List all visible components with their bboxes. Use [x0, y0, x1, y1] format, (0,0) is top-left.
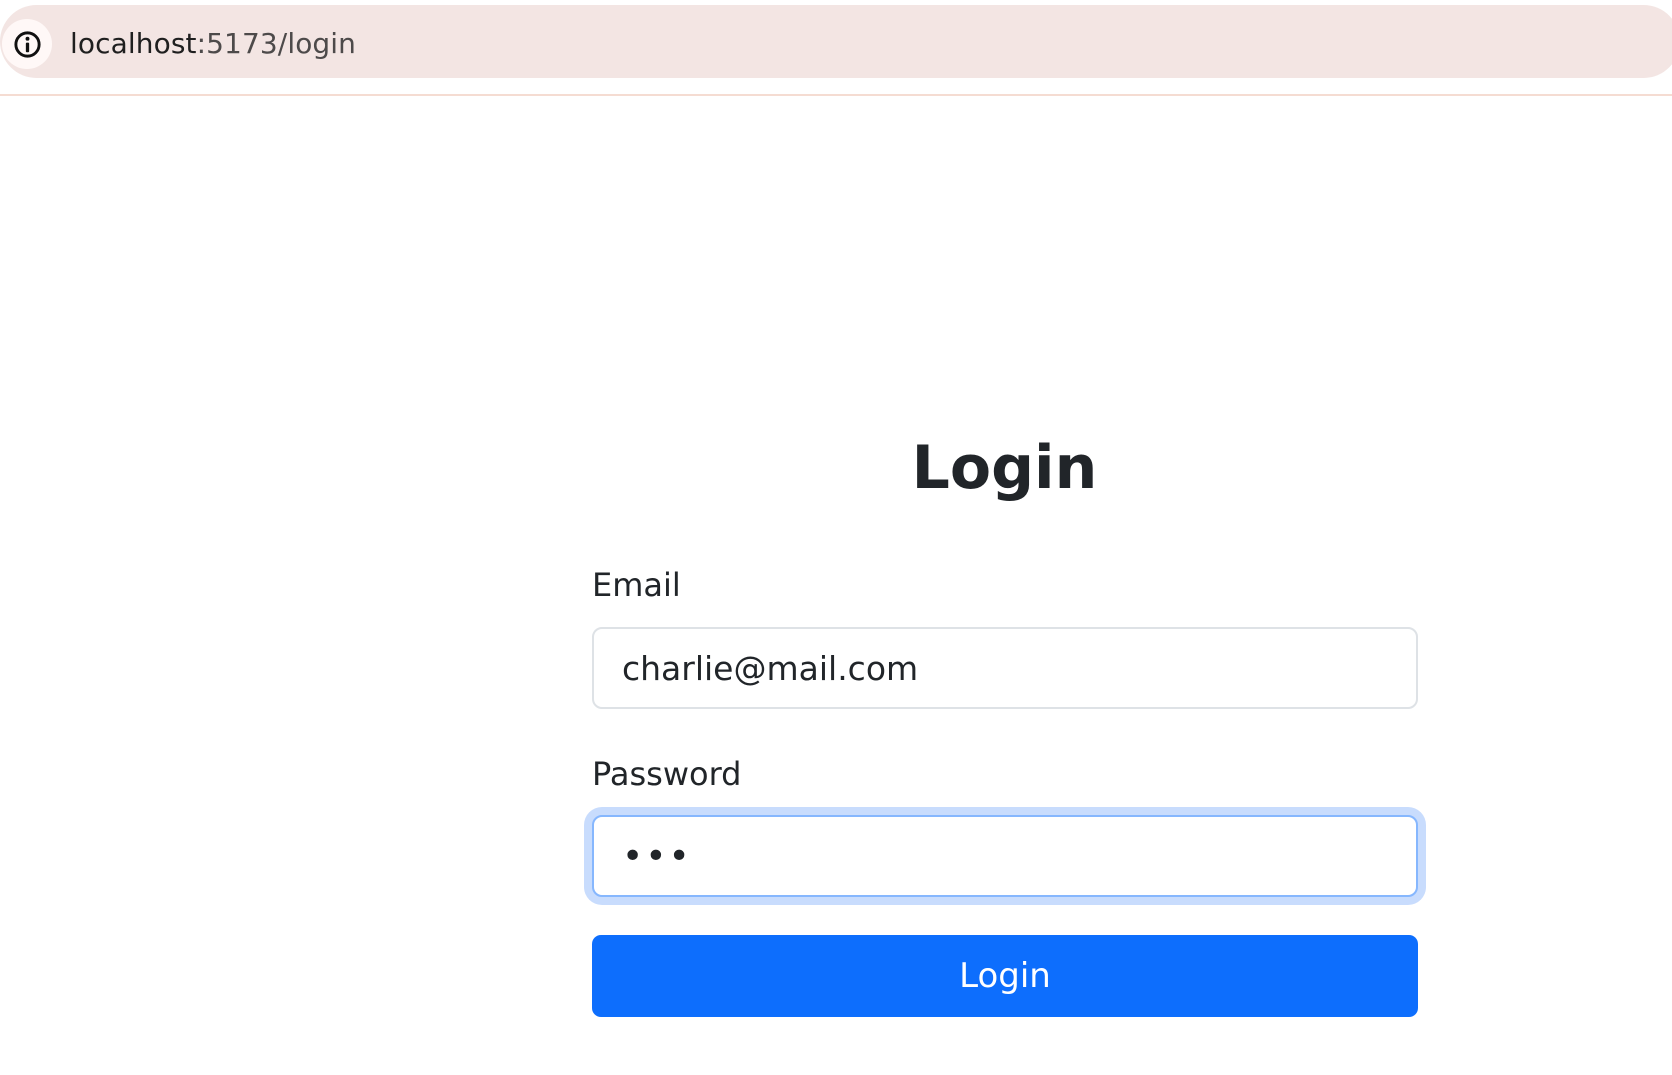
address-bar[interactable]: localhost:5173/login	[0, 5, 1672, 78]
url-host: localhost	[70, 27, 197, 60]
email-field[interactable]	[592, 627, 1418, 709]
login-button[interactable]: Login	[592, 935, 1418, 1017]
password-label: Password	[592, 755, 742, 793]
info-icon	[13, 30, 41, 58]
browser-toolbar: localhost:5173/login	[0, 0, 1672, 96]
site-info-button[interactable]	[2, 19, 52, 69]
password-field[interactable]	[592, 815, 1418, 897]
page-title: Login	[911, 433, 1098, 503]
email-label: Email	[592, 566, 681, 604]
url-path: :5173/login	[196, 27, 357, 60]
url-text[interactable]: localhost:5173/login	[70, 25, 356, 63]
